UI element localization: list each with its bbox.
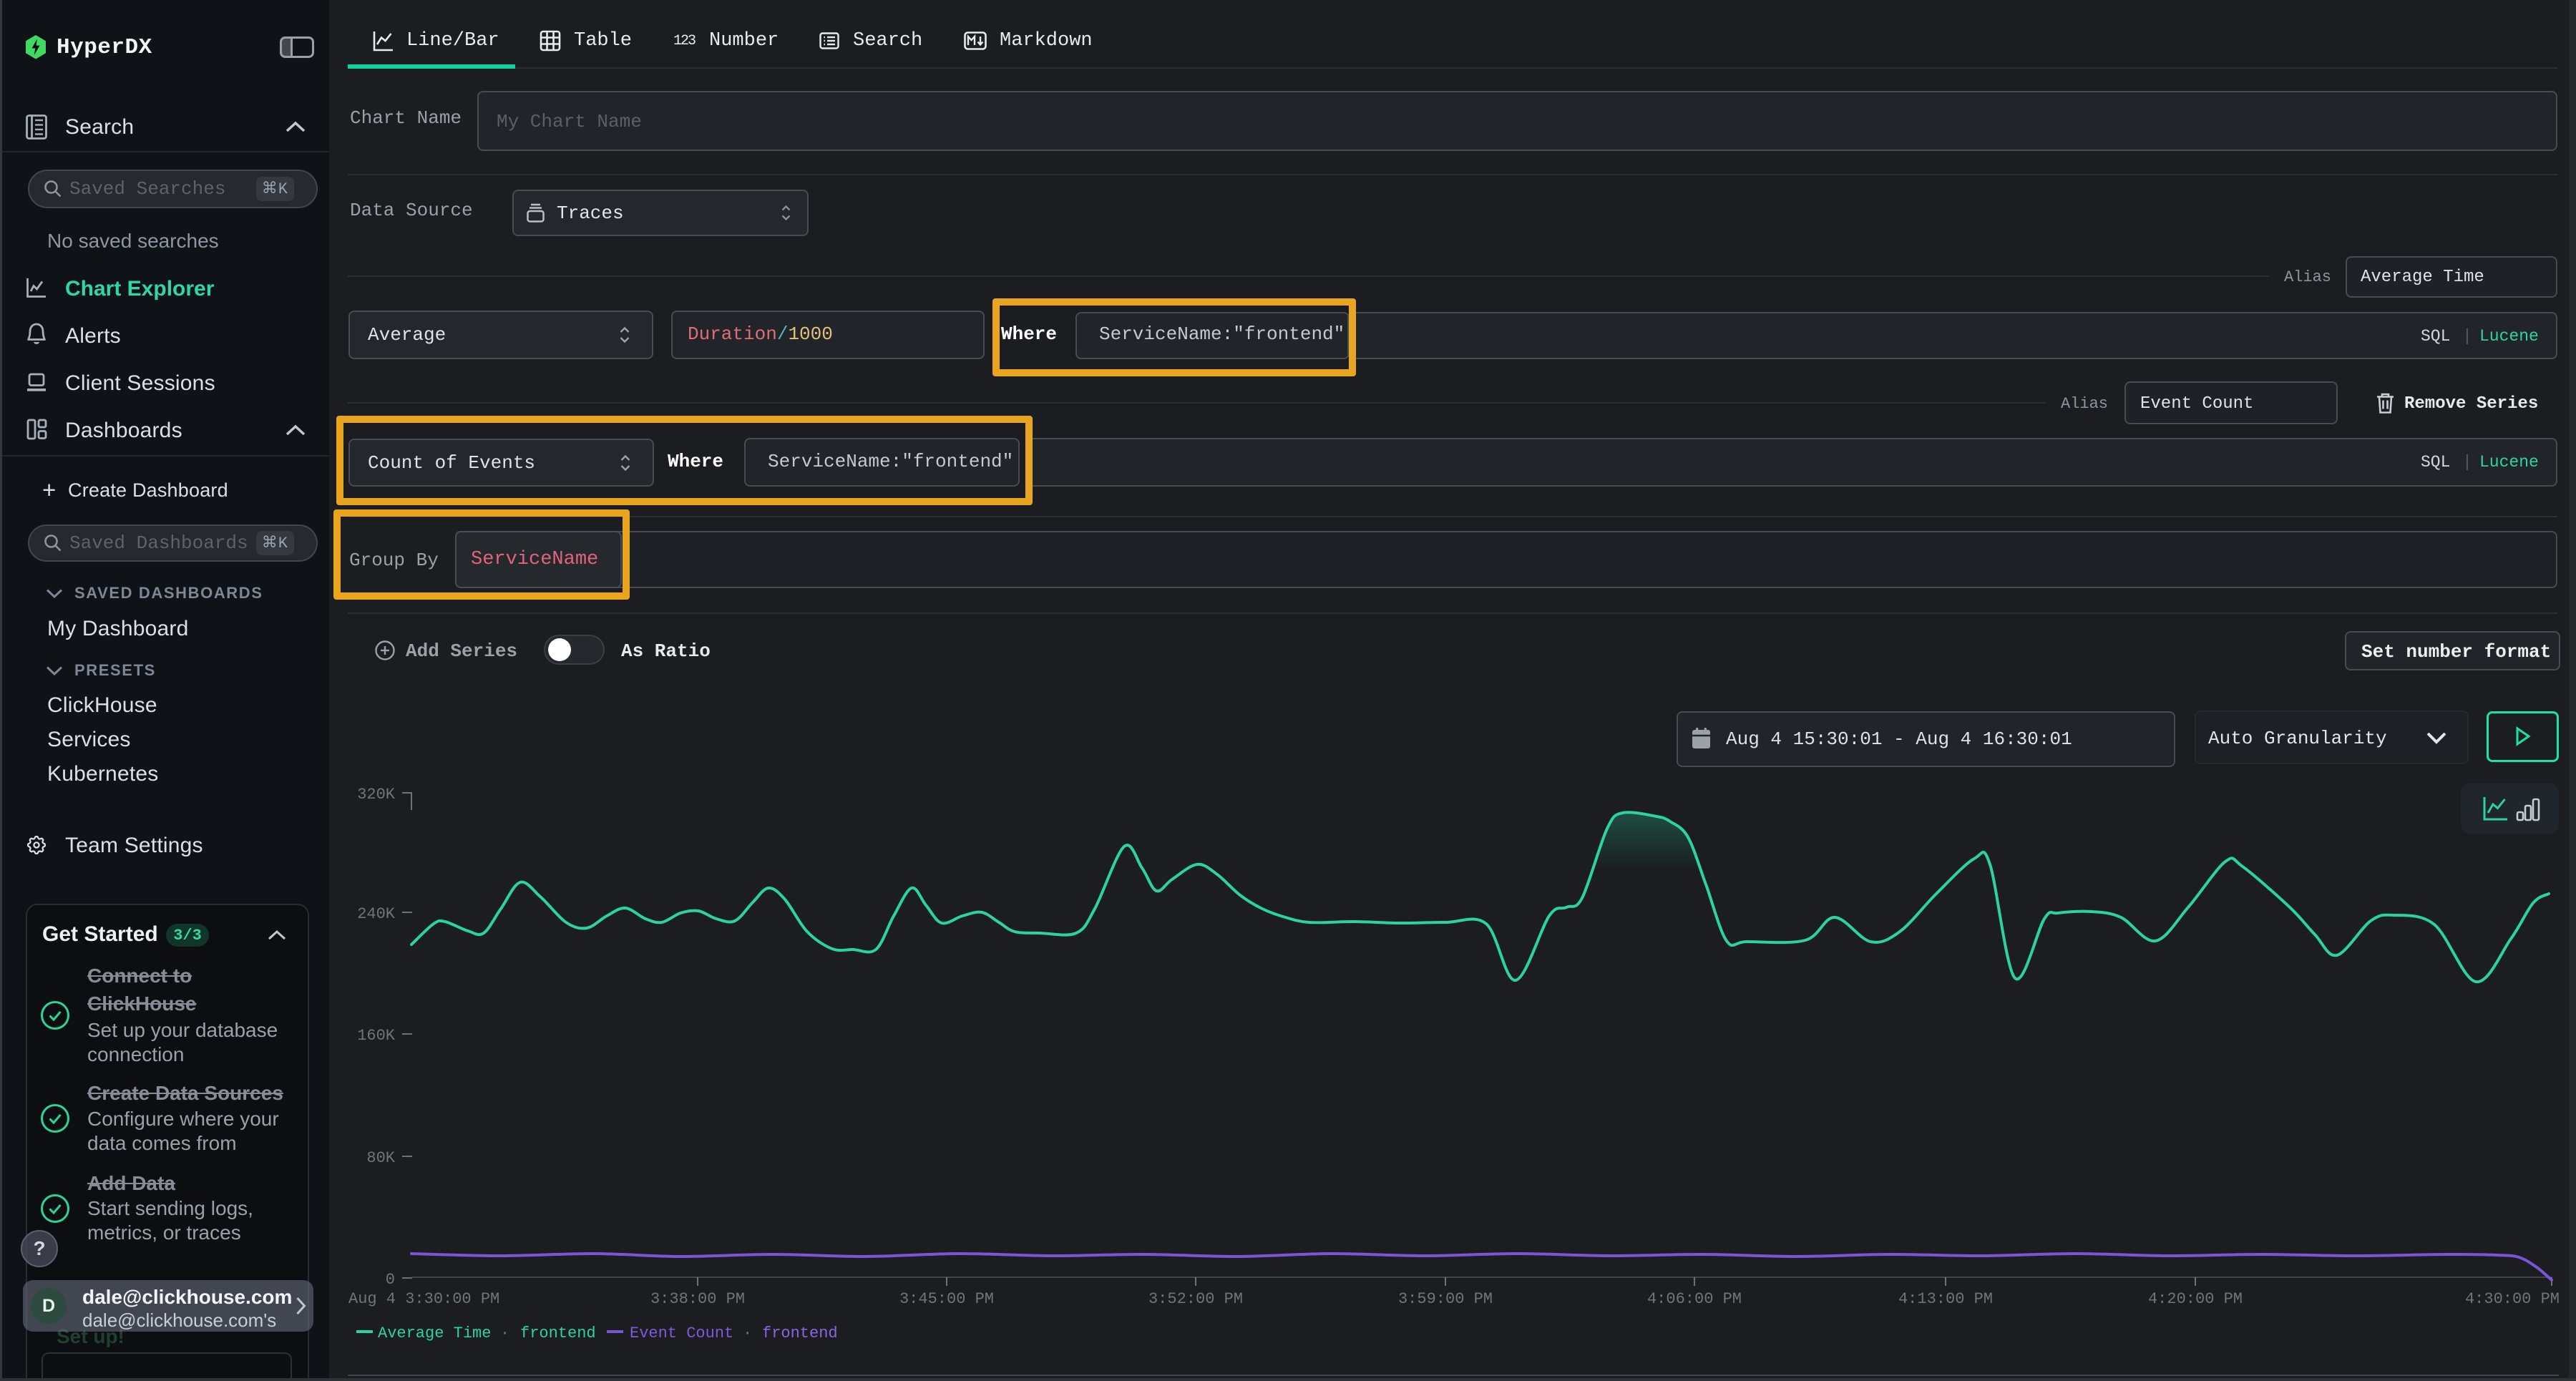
svg-text:80K: 80K: [366, 1149, 395, 1167]
svg-text:3:38:00 PM: 3:38:00 PM: [650, 1290, 745, 1308]
svg-text:3:45:00 PM: 3:45:00 PM: [899, 1290, 994, 1308]
svg-text:0: 0: [386, 1271, 395, 1289]
svg-text:4:13:00 PM: 4:13:00 PM: [1898, 1290, 1993, 1308]
svg-text:Aug 4 3:30:00 PM: Aug 4 3:30:00 PM: [348, 1290, 499, 1308]
svg-text:160K: 160K: [357, 1027, 396, 1045]
svg-text:320K: 320K: [357, 786, 396, 804]
svg-text:4:06:00 PM: 4:06:00 PM: [1647, 1290, 1742, 1308]
svg-text:frontend: frontend: [762, 1324, 838, 1342]
svg-text:·: ·: [500, 1324, 509, 1342]
svg-text:Event Count: Event Count: [630, 1324, 733, 1342]
svg-text:4:30:00 PM: 4:30:00 PM: [2465, 1290, 2560, 1308]
svg-text:3:59:00 PM: 3:59:00 PM: [1398, 1290, 1493, 1308]
svg-text:·: ·: [743, 1324, 752, 1342]
svg-text:Average Time: Average Time: [378, 1324, 491, 1342]
svg-text:3:52:00 PM: 3:52:00 PM: [1148, 1290, 1243, 1308]
svg-text:240K: 240K: [357, 905, 396, 923]
svg-text:4:20:00 PM: 4:20:00 PM: [2148, 1290, 2243, 1308]
svg-text:frontend: frontend: [520, 1324, 596, 1342]
